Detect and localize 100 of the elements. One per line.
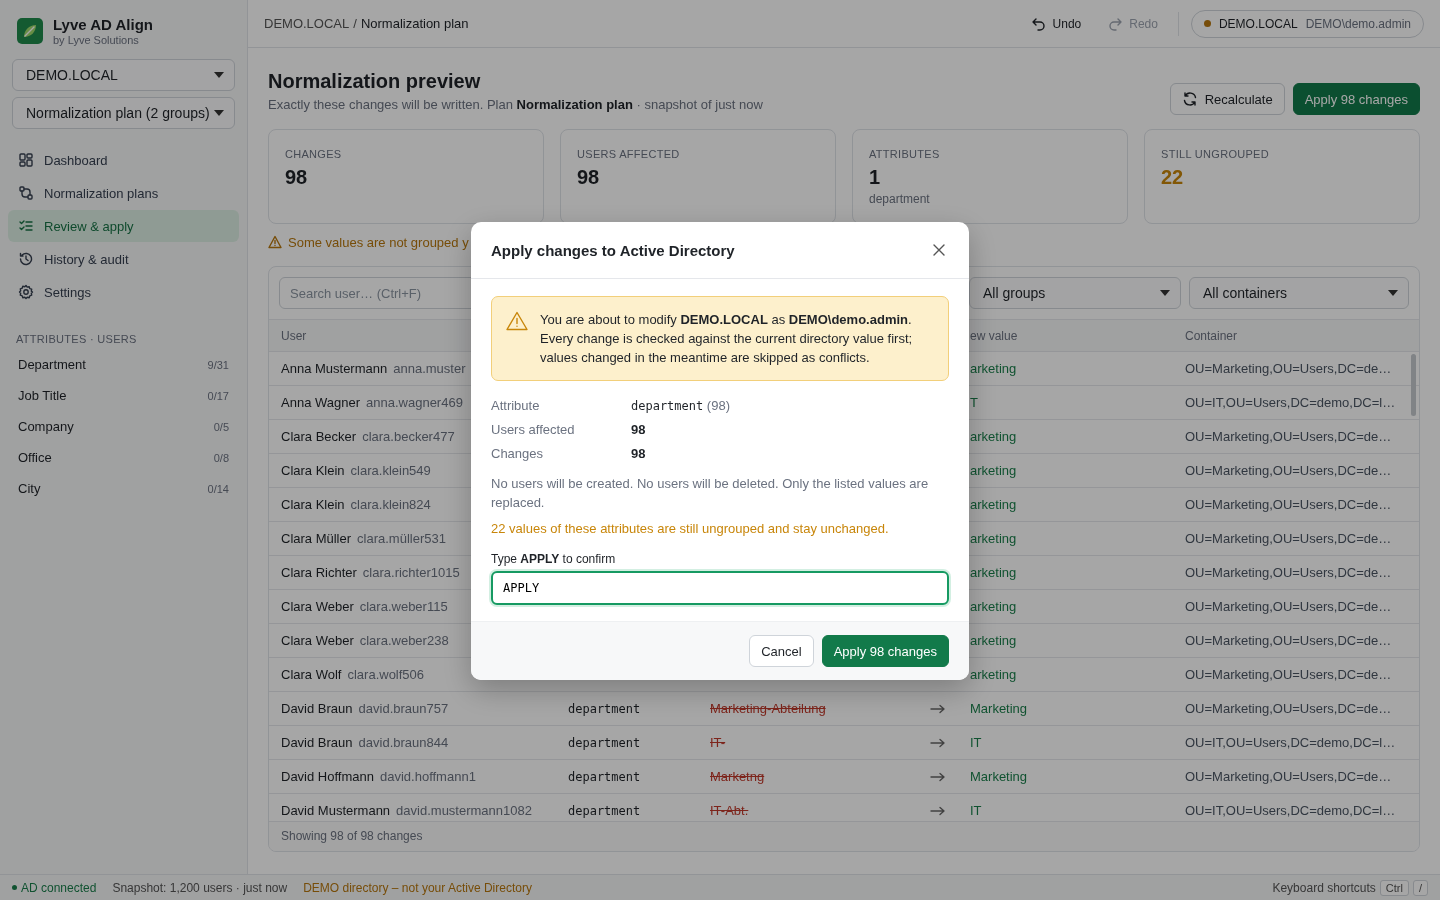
column-header: ew value xyxy=(970,328,1018,343)
new-value: Marketing xyxy=(970,769,1028,784)
breadcrumb-separator: / xyxy=(353,16,357,31)
user-name: Clara Klein xyxy=(281,497,345,512)
count-label: 0/5 xyxy=(213,420,229,433)
container-path: OU=Marketing,OU=Users,DC=de… xyxy=(1185,429,1392,444)
nodes-icon xyxy=(18,185,34,201)
old-value: IT-Abt. xyxy=(710,803,749,818)
attribute-item[interactable]: Company 0/5 xyxy=(8,411,239,442)
confirm-label: Type APPLY to confirm xyxy=(491,552,617,566)
container-path: OU=Marketing,OU=Users,DC=de… xyxy=(1185,565,1392,580)
stat-note: department xyxy=(869,192,931,206)
stat-label: USERS AFFECTED xyxy=(577,148,681,160)
user-name: Clara Müller xyxy=(281,531,352,546)
fact-label: Attribute xyxy=(491,398,541,413)
user-login: david.mustermann1082 xyxy=(396,803,532,818)
stat-value: 22 xyxy=(1161,166,1185,189)
container-path: OU=IT,OU=Users,DC=demo,DC=l… xyxy=(1185,395,1396,410)
user-login: clara.klein824 xyxy=(350,497,431,512)
fact-label: Changes xyxy=(491,446,545,461)
container-path: OU=Marketing,OU=Users,DC=de… xyxy=(1185,667,1392,682)
container-path: OU=Marketing,OU=Users,DC=de… xyxy=(1185,599,1392,614)
user-login: clara.klein549 xyxy=(350,463,431,478)
old-value: Marketng xyxy=(710,769,765,784)
attribute-name: department xyxy=(568,702,641,716)
caret-icon xyxy=(214,110,224,116)
recalculate-button[interactable]: Recalculate xyxy=(1169,83,1285,115)
key-cap: / xyxy=(1412,879,1428,896)
column-header: Container xyxy=(1185,328,1238,343)
container-path: OU=Marketing,OU=Users,DC=de… xyxy=(1185,497,1392,512)
breadcrumb-link[interactable]: DEMO.LOCAL xyxy=(264,16,350,31)
container-path: OU=Marketing,OU=Users,DC=de… xyxy=(1185,361,1392,376)
new-value: T xyxy=(970,395,978,410)
settings-icon xyxy=(18,284,34,300)
count-label: 0/17 xyxy=(207,389,229,402)
arrow-icon xyxy=(930,703,946,714)
user-login: clara.weber115 xyxy=(359,599,448,614)
nav-item[interactable]: Dashboard xyxy=(8,144,239,176)
app-subtitle: by Lyve Solutions xyxy=(53,34,140,46)
user-name: David Hoffmann xyxy=(281,769,374,784)
filter-select[interactable]: All groups xyxy=(969,277,1181,309)
new-value: arketing xyxy=(970,599,1017,614)
warning-text: Some values are not grouped y xyxy=(288,234,469,250)
undo-button[interactable]: Undo xyxy=(1022,11,1090,36)
apply-button[interactable]: Apply 98 changes xyxy=(821,635,949,667)
user-login: clara.weber238 xyxy=(359,633,449,648)
fact-label: Users affected xyxy=(491,422,576,437)
nav-item[interactable]: History & audit xyxy=(8,243,239,275)
nav-item[interactable]: Settings xyxy=(8,276,239,308)
user-name: David Braun xyxy=(281,735,353,750)
new-value: arketing xyxy=(970,565,1017,580)
breadcrumb-link[interactable]: Normalization plan xyxy=(360,16,469,31)
user-login: david.braun844 xyxy=(358,735,449,750)
stat-label: ATTRIBUTES xyxy=(869,148,941,160)
nav-item[interactable]: Review & apply xyxy=(8,210,239,242)
user-name: Clara Wolf xyxy=(281,667,342,682)
apply-button[interactable]: Apply 98 changes xyxy=(1292,83,1420,115)
attribute-item[interactable]: Office 0/8 xyxy=(8,442,239,473)
fact-note: (98) xyxy=(705,398,730,413)
warning-message: You are about to modify DEMO.LOCAL as DEMO\demo.admin. Every change is checked against the current directory value first; values changed in the meantime are skipped as conflicts. xyxy=(540,311,914,367)
user-name: David Braun xyxy=(281,701,353,716)
page-title: Normalization preview xyxy=(268,70,482,93)
page-subtitle: Exactly these changes will be written. Plan Normalization plan · snapshot of just now xyxy=(268,97,763,112)
history-icon xyxy=(18,251,34,267)
user-name: Clara Klein xyxy=(281,463,345,478)
scrollbar-thumb[interactable] xyxy=(1411,354,1416,416)
container-path: OU=Marketing,OU=Users,DC=de… xyxy=(1185,463,1392,478)
confirm-field[interactable]: APPLY xyxy=(491,571,949,605)
user-label: DEMO\demo.admin xyxy=(1305,16,1411,31)
attribute-name: department xyxy=(568,770,641,784)
attribute-name: department xyxy=(568,736,641,750)
attribute-item[interactable]: City 0/14 xyxy=(8,473,239,504)
domain-label: DEMO.LOCAL xyxy=(1218,16,1298,31)
domain-select[interactable]: DEMO.LOCAL xyxy=(12,59,235,91)
arrow-icon xyxy=(930,771,946,782)
plan-select[interactable]: Normalization plan (2 groups) xyxy=(12,97,235,129)
new-value: arketing xyxy=(970,633,1017,648)
new-value: IT xyxy=(970,803,982,818)
warning-icon xyxy=(268,235,282,249)
attribute-item[interactable]: Department 9/31 xyxy=(8,349,239,380)
fact-value: 98 xyxy=(631,422,646,437)
ungrouped-note: 22 values of these attributes are still ungrouped and stay unchanged. xyxy=(491,521,890,536)
user-name: Clara Weber xyxy=(281,633,354,648)
connection-status: AD connected xyxy=(12,880,97,895)
arrow-icon xyxy=(930,805,946,816)
container-path: OU=IT,OU=Users,DC=demo,DC=l… xyxy=(1185,803,1396,818)
new-value: arketing xyxy=(970,361,1017,376)
count-label: 9/31 xyxy=(207,358,229,371)
nav-item[interactable]: Normalization plans xyxy=(8,177,239,209)
dialog-title: Apply changes to Active Directory xyxy=(491,241,735,259)
attribute-name: department xyxy=(568,804,641,818)
cancel-button[interactable]: Cancel xyxy=(749,635,814,667)
new-value: IT xyxy=(970,735,982,750)
attribute-item[interactable]: Job Title 0/17 xyxy=(8,380,239,411)
container-path: OU=Marketing,OU=Users,DC=de… xyxy=(1185,701,1392,716)
fact-value: department xyxy=(631,399,704,413)
filter-select[interactable]: All containers xyxy=(1189,277,1409,309)
old-value: Marketing-Abteilung xyxy=(710,701,826,716)
stat-value: 1 xyxy=(869,166,882,189)
container-path: OU=Marketing,OU=Users,DC=de… xyxy=(1185,769,1392,784)
